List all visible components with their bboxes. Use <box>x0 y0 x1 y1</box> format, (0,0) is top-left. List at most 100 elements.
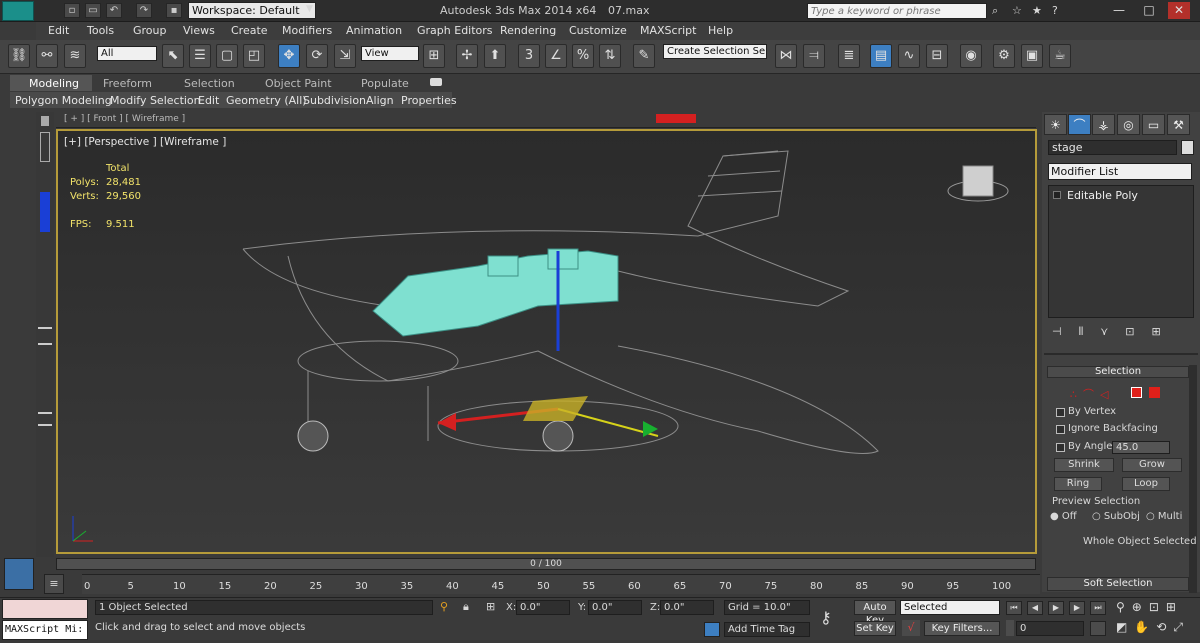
edit-named-selection-icon[interactable]: ✎ <box>633 44 655 68</box>
project-folder-icon[interactable]: ▪ <box>166 3 182 18</box>
panel-geometry-all[interactable]: Geometry (All) <box>226 94 307 107</box>
modifier-stack[interactable]: Editable Poly <box>1048 185 1194 318</box>
preview-off-radio[interactable]: ● Off <box>1050 511 1077 522</box>
selection-filter-dropdown[interactable]: All <box>97 46 157 61</box>
percent-snap-icon[interactable]: % <box>572 44 594 68</box>
key-mode-dropdown[interactable]: Selected <box>900 600 1000 615</box>
menu-tools[interactable]: Tools <box>87 24 114 37</box>
workspace-dropdown[interactable]: Workspace: Default <box>188 2 316 19</box>
layer-manager-icon[interactable]: ≣ <box>838 44 860 68</box>
search-input[interactable]: Type a keyword or phrase <box>807 3 987 19</box>
menu-graph-editors[interactable]: Graph Editors <box>417 24 493 37</box>
align-icon[interactable]: ⫤ <box>803 44 825 68</box>
previous-frame-icon[interactable]: ◀ <box>1027 601 1043 615</box>
undo-icon[interactable]: ↶ <box>106 3 122 18</box>
expand-icon[interactable] <box>1053 191 1061 199</box>
menu-maxscript[interactable]: MAXScript <box>640 24 696 37</box>
maxscript-listener-pink[interactable] <box>2 599 88 619</box>
next-frame-icon[interactable]: ▶ <box>1069 601 1085 615</box>
isolate-icon[interactable]: ⚲ <box>440 600 448 613</box>
viewcube-icon[interactable] <box>947 165 1009 202</box>
schematic-view-icon[interactable]: ⊟ <box>926 44 948 68</box>
maxscript-mini-listener[interactable]: MAXScript Mi: <box>2 620 88 640</box>
viewport-label[interactable]: [+] [Perspective ] [Wireframe ] <box>64 136 226 148</box>
select-by-name-icon[interactable]: ☰ <box>189 44 211 68</box>
panel-properties[interactable]: Properties <box>401 94 457 107</box>
mirror-icon[interactable]: ⋈ <box>775 44 797 68</box>
goto-end-icon[interactable]: ⏭ <box>1090 601 1106 615</box>
angle-snap-icon[interactable]: ∠ <box>545 44 567 68</box>
gizmo-plane-handle[interactable] <box>523 396 588 421</box>
communication-icon[interactable]: ☆ <box>1012 4 1022 17</box>
bind-spacewarp-icon[interactable]: ≋ <box>64 44 86 68</box>
viewport-nav-icons[interactable]: ⚲⊕⊡⊞ <box>1116 600 1183 614</box>
window-crossing-icon[interactable]: ◰ <box>243 44 265 68</box>
close-button[interactable]: ✕ <box>1168 2 1190 19</box>
set-key-button[interactable]: Set Key <box>854 621 896 636</box>
search-icon[interactable]: ⌕ <box>992 4 998 18</box>
perspective-viewport[interactable]: [+] [Perspective ] [Wireframe ] Total Po… <box>56 129 1037 554</box>
selection-lock-icon[interactable]: 🔒︎ <box>463 600 469 614</box>
preview-subobj-radio[interactable]: ○ SubObj <box>1092 511 1140 522</box>
menu-lines-icon-2[interactable] <box>38 412 52 426</box>
chevron-down-icon[interactable]: ▼ <box>306 4 313 14</box>
ribbon-options-icon[interactable] <box>430 78 442 86</box>
object-color-swatch[interactable] <box>1181 140 1194 155</box>
spinner-snap-icon[interactable]: ⇅ <box>599 44 621 68</box>
panel-edit[interactable]: Edit <box>198 94 219 107</box>
absolute-mode-icon[interactable]: ⊞ <box>486 600 495 613</box>
modify-tab-icon[interactable]: ⌒ <box>1068 114 1091 135</box>
element-level-icon[interactable] <box>1149 387 1160 398</box>
goto-start-icon[interactable]: ⏮ <box>1006 601 1022 615</box>
snaps-toggle-icon[interactable]: 3 <box>518 44 540 68</box>
polygon-level-icon[interactable] <box>1131 387 1142 398</box>
tab-selection[interactable]: Selection <box>184 77 235 90</box>
create-tab-icon[interactable]: ☀ <box>1044 114 1067 135</box>
auto-key-button[interactable]: Auto Key <box>854 600 896 626</box>
subobject-level-icons[interactable]: ∴⌒◁ <box>1070 386 1114 402</box>
help-icon[interactable]: ? <box>1052 4 1058 17</box>
panel-align[interactable]: Align <box>366 94 394 107</box>
stack-item-editable-poly[interactable]: Editable Poly <box>1067 189 1138 202</box>
z-coordinate-field[interactable]: 0.0" <box>660 600 714 615</box>
viewport-nav-icons-2[interactable]: ◩✋⟲⤢ <box>1116 620 1190 635</box>
ring-button[interactable]: Ring <box>1054 477 1102 491</box>
select-and-scale-icon[interactable]: ⇲ <box>334 44 356 68</box>
menu-help[interactable]: Help <box>708 24 733 37</box>
panel-scrollbar[interactable] <box>1189 365 1197 593</box>
render-setup-icon[interactable]: ⚙ <box>993 44 1015 68</box>
menu-views[interactable]: Views <box>183 24 215 37</box>
shrink-button[interactable]: Shrink <box>1054 458 1114 472</box>
menu-create[interactable]: Create <box>231 24 268 37</box>
grow-button[interactable]: Grow <box>1122 458 1182 472</box>
graphite-toolbar-icon[interactable]: ▤ <box>870 44 892 68</box>
new-file-icon[interactable]: ▫ <box>64 3 80 18</box>
curve-editor-icon[interactable]: ∿ <box>898 44 920 68</box>
angle-spinner[interactable]: 45.0 <box>1112 441 1170 454</box>
panel-polygon-modeling[interactable]: Polygon Modeling <box>15 94 112 107</box>
menu-rendering[interactable]: Rendering <box>500 24 556 37</box>
unlink-icon[interactable]: ⚯ <box>36 44 58 68</box>
menu-customize[interactable]: Customize <box>569 24 627 37</box>
select-object-icon[interactable]: ⬉ <box>162 44 184 68</box>
display-tab-icon[interactable]: ▭ <box>1142 114 1165 135</box>
app-logo-icon[interactable] <box>2 1 34 21</box>
keyboard-shortcut-icon[interactable]: ⬆ <box>484 44 506 68</box>
preview-multi-radio[interactable]: ○ Multi <box>1146 511 1182 522</box>
redo-icon[interactable]: ↷ <box>136 3 152 18</box>
time-tag-icon[interactable] <box>704 622 720 637</box>
minimize-button[interactable]: — <box>1108 2 1130 19</box>
rendered-frame-window-icon[interactable]: ▣ <box>1021 44 1043 68</box>
x-coordinate-field[interactable]: 0.0" <box>516 600 570 615</box>
tab-modeling[interactable]: Modeling <box>29 77 79 90</box>
tab-populate[interactable]: Populate <box>361 77 409 90</box>
select-manipulate-icon[interactable]: ✢ <box>456 44 478 68</box>
link-icon[interactable]: ⛓ <box>8 44 30 68</box>
open-file-icon[interactable]: ▭ <box>85 3 101 18</box>
by-vertex-checkbox[interactable] <box>1056 408 1065 417</box>
favorites-icon[interactable]: ★ <box>1032 4 1042 17</box>
menu-edit[interactable]: Edit <box>48 24 69 37</box>
key-icon[interactable]: ⚷ <box>820 608 846 628</box>
front-viewport-strip[interactable]: [ + ] [ Front ] [ Wireframe ] <box>56 112 1036 128</box>
track-bar[interactable]: 0 5 10 15 20 25 30 35 40 45 50 55 60 65 70 75 80 85 90 95 10… <box>82 574 1040 594</box>
